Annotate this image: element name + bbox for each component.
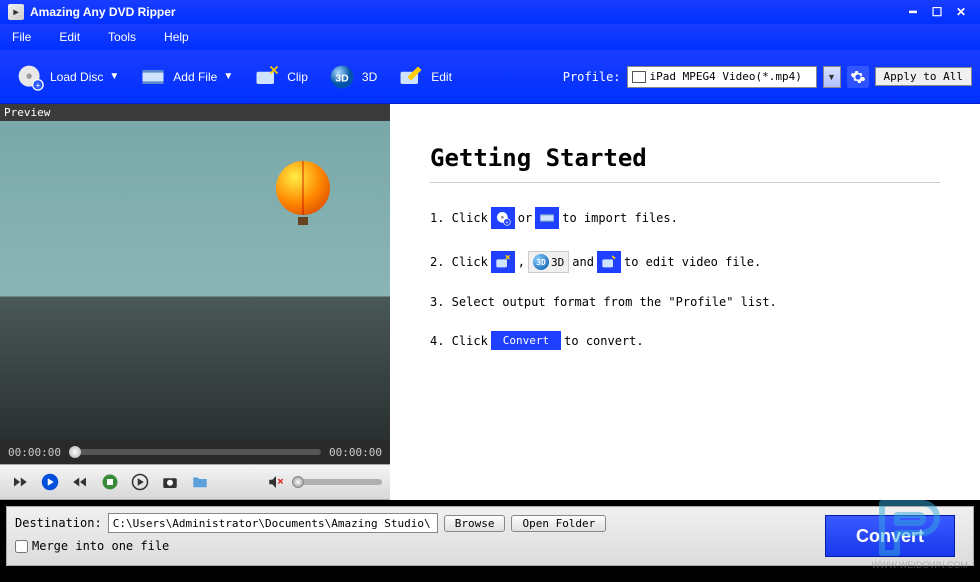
menu-file[interactable]: File — [12, 30, 31, 44]
step-text: and — [572, 255, 594, 269]
chevron-down-icon: ▼ — [109, 71, 119, 82]
clip-icon — [251, 61, 283, 93]
preview-label: Preview — [0, 104, 390, 121]
timeline-track[interactable] — [69, 449, 321, 455]
player-controls — [0, 464, 390, 500]
preview-video — [0, 121, 390, 440]
merge-row: Merge into one file — [15, 539, 965, 553]
profile-label: Profile: — [563, 70, 621, 84]
step-text: 2. Click — [430, 255, 488, 269]
toolbar: + Load Disc ▼ Add File ▼ Clip 3D 3D Edit… — [0, 50, 980, 104]
step-text: to convert. — [564, 334, 643, 348]
profile-select[interactable]: iPad MPEG4 Video(*.mp4) — [627, 66, 817, 88]
step-3: 3. Select output format from the "Profil… — [430, 295, 940, 309]
chevron-down-icon: ▼ — [223, 71, 233, 82]
edit-button[interactable]: Edit — [389, 57, 458, 97]
step-text: 3. Select output format from the "Profil… — [430, 295, 777, 309]
clip-icon — [491, 251, 515, 273]
main-area: Preview 00:00:00 00:00:00 — [0, 104, 980, 500]
volume-thumb[interactable] — [292, 476, 304, 488]
load-disc-button[interactable]: + Load Disc ▼ — [8, 57, 125, 97]
snapshot-button[interactable] — [158, 470, 182, 494]
3d-icon: 3D — [326, 61, 358, 93]
menu-edit[interactable]: Edit — [59, 30, 80, 44]
svg-text:3D: 3D — [335, 72, 349, 84]
timeline-thumb[interactable] — [69, 446, 81, 458]
app-icon: ▸ — [8, 4, 24, 20]
next-button[interactable] — [68, 470, 92, 494]
load-disc-label: Load Disc — [50, 70, 103, 84]
3d-text: 3D — [551, 256, 564, 269]
svg-text:+: + — [505, 220, 508, 226]
destination-row: Destination: Browse Open Folder — [15, 513, 965, 533]
edit-label: Edit — [431, 70, 452, 84]
time-total: 00:00:00 — [329, 446, 382, 459]
profile-value: iPad MPEG4 Video(*.mp4) — [650, 70, 802, 83]
step-text: 4. Click — [430, 334, 488, 348]
titlebar: ▸ Amazing Any DVD Ripper ━ ☐ ✕ — [0, 0, 980, 24]
convert-button[interactable]: Convert — [825, 515, 955, 557]
play-button[interactable] — [38, 470, 62, 494]
clip-label: Clip — [287, 70, 308, 84]
3d-button[interactable]: 3D 3D — [320, 57, 383, 97]
prev-button[interactable] — [8, 470, 32, 494]
film-icon — [535, 207, 559, 229]
svg-text:+: + — [35, 80, 40, 90]
preview-panel: Preview 00:00:00 00:00:00 — [0, 104, 390, 500]
close-button[interactable]: ✕ — [950, 3, 972, 21]
profile-dropdown-button[interactable]: ▼ — [823, 66, 841, 88]
profile-section: Profile: iPad MPEG4 Video(*.mp4) ▼ Apply… — [563, 66, 972, 88]
step-1: 1. Click + or to import files. — [430, 207, 940, 229]
edit-icon — [395, 61, 427, 93]
minimize-button[interactable]: ━ — [902, 3, 924, 21]
add-file-label: Add File — [173, 70, 217, 84]
disc-icon: + — [14, 61, 46, 93]
gear-icon — [850, 69, 866, 85]
menu-help[interactable]: Help — [164, 30, 189, 44]
film-icon — [137, 61, 169, 93]
maximize-button[interactable]: ☐ — [926, 3, 948, 21]
step-2: 2. Click , 3D3D and to edit video file. — [430, 251, 940, 273]
step-text: to import files. — [562, 211, 678, 225]
convert-badge: Convert — [491, 331, 561, 350]
window-controls: ━ ☐ ✕ — [902, 3, 972, 21]
getting-started-title: Getting Started — [430, 144, 940, 183]
open-folder-button[interactable]: Open Folder — [511, 515, 606, 532]
app-title: Amazing Any DVD Ripper — [30, 5, 902, 19]
step-4: 4. Click Convert to convert. — [430, 331, 940, 350]
edit-icon — [597, 251, 621, 273]
mute-button[interactable] — [264, 470, 288, 494]
step-button[interactable] — [128, 470, 152, 494]
menu-tools[interactable]: Tools — [108, 30, 136, 44]
destination-label: Destination: — [15, 516, 102, 530]
clip-button[interactable]: Clip — [245, 57, 314, 97]
volume-control — [264, 470, 382, 494]
disc-icon: + — [491, 207, 515, 229]
step-text: 1. Click — [430, 211, 488, 225]
step-text: or — [518, 211, 532, 225]
browse-button[interactable]: Browse — [444, 515, 506, 532]
folder-button[interactable] — [188, 470, 212, 494]
menubar: File Edit Tools Help — [0, 24, 980, 50]
merge-label: Merge into one file — [32, 539, 169, 553]
3d-badge: 3D3D — [528, 251, 569, 273]
add-file-button[interactable]: Add File ▼ — [131, 57, 239, 97]
balloon-image — [276, 161, 330, 225]
timeline: 00:00:00 00:00:00 — [0, 440, 390, 464]
bottom-panel: Destination: Browse Open Folder Merge in… — [6, 506, 974, 566]
volume-slider[interactable] — [292, 479, 382, 485]
stop-button[interactable] — [98, 470, 122, 494]
destination-input[interactable] — [108, 513, 438, 533]
time-current: 00:00:00 — [8, 446, 61, 459]
device-icon — [632, 71, 646, 83]
settings-button[interactable] — [847, 66, 869, 88]
step-text: to edit video file. — [624, 255, 761, 269]
3d-label: 3D — [362, 70, 377, 84]
merge-checkbox[interactable] — [15, 540, 28, 553]
step-text: , — [518, 255, 525, 269]
getting-started-panel: Getting Started 1. Click + or to import … — [390, 104, 980, 500]
apply-to-all-button[interactable]: Apply to All — [875, 67, 972, 86]
